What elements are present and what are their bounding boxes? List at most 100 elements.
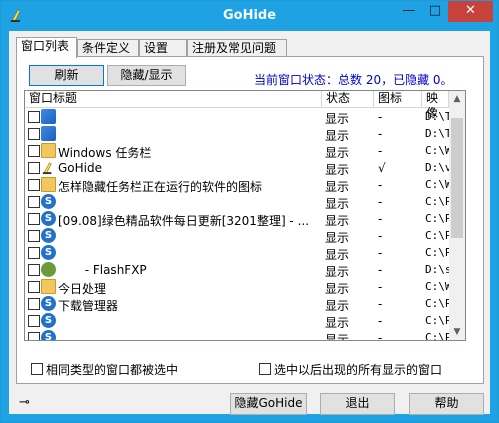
- tab-settings[interactable]: 设置: [139, 39, 187, 56]
- exit-button[interactable]: 退出: [320, 393, 395, 415]
- row-path: D:\v: [425, 161, 452, 174]
- same-type-label: 相同类型的窗口都被选中: [46, 363, 179, 377]
- scroll-down-icon[interactable]: ▼: [449, 324, 465, 340]
- row-checkbox[interactable]: [28, 179, 40, 191]
- sogou-icon: S: [41, 245, 56, 260]
- row-tray: -: [378, 178, 383, 192]
- row-checkbox[interactable]: [28, 213, 40, 225]
- table-row[interactable]: 显示 - D:\T: [25, 125, 452, 143]
- folder-icon: [41, 177, 56, 192]
- row-tray: -: [378, 144, 383, 158]
- tab-conditions[interactable]: 条件定义: [77, 39, 139, 56]
- row-path: C:\P: [425, 246, 452, 259]
- table-row[interactable]: 显示 - D:\T: [25, 108, 452, 126]
- table-row[interactable]: S 显示 - C:\P: [25, 193, 452, 211]
- tab-window-list[interactable]: 窗口列表: [16, 37, 77, 58]
- table-row[interactable]: 今日处理 显示 - C:\W: [25, 278, 452, 296]
- row-tray: -: [378, 314, 383, 328]
- row-path: D:\s: [425, 263, 452, 276]
- row-checkbox[interactable]: [28, 281, 40, 293]
- table-row[interactable]: S 显示 - C:\P: [25, 312, 452, 330]
- row-tray: -: [378, 331, 383, 341]
- table-row[interactable]: S [09.08]绿色精品软件每日更新[3201整理] - ... 显示 - C…: [25, 210, 452, 228]
- hide-show-button[interactable]: 隐藏/显示: [107, 65, 186, 86]
- close-button[interactable]: ✕: [448, 1, 493, 22]
- sogou-icon: S: [41, 330, 56, 340]
- list-header: 窗口标题 状态 图标 映像: [25, 91, 449, 120]
- flashfxp-icon: [41, 262, 56, 277]
- column-header-image[interactable]: 映像: [422, 91, 449, 120]
- scroll-up-icon[interactable]: ▲: [449, 91, 465, 107]
- row-path: C:\W: [425, 144, 452, 157]
- row-path: D:\T: [425, 127, 452, 140]
- scroll-thumb[interactable]: [451, 118, 463, 238]
- folder-icon: [41, 143, 56, 158]
- row-tray: -: [378, 263, 383, 277]
- row-tray: -: [378, 212, 383, 226]
- row-checkbox[interactable]: [28, 332, 40, 340]
- window-list[interactable]: 窗口标题 状态 图标 映像 显示 - D:\T 显示 - D:\T Window…: [24, 90, 466, 341]
- row-path: D:\T: [425, 110, 452, 123]
- row-path: C:\W: [425, 280, 452, 293]
- table-row[interactable]: 怎样隐藏任务栏正在运行的软件的图标 显示 - C:\W: [25, 176, 452, 194]
- row-checkbox[interactable]: [28, 247, 40, 259]
- row-checkbox[interactable]: [28, 315, 40, 327]
- sogou-icon: S: [41, 313, 56, 328]
- table-row[interactable]: S 显示 - C:\P: [25, 244, 452, 262]
- windows-icon: [41, 126, 56, 141]
- hide-gohide-button[interactable]: 隐藏GoHide: [230, 393, 307, 415]
- row-tray: -: [378, 110, 383, 124]
- window-status-text: 当前窗口状态：总数 20，已隐藏 0。: [254, 73, 453, 87]
- row-title: - FlashFXP: [58, 263, 147, 277]
- column-header-state[interactable]: 状态: [322, 91, 374, 107]
- row-path: C:\P: [425, 195, 452, 208]
- maximize-button[interactable]: □: [422, 1, 448, 22]
- row-checkbox[interactable]: [28, 230, 40, 242]
- row-path: C:\W: [425, 178, 452, 191]
- row-state: 显示: [325, 333, 350, 341]
- checkbox-box[interactable]: [31, 363, 43, 375]
- row-path: C:\P: [425, 297, 452, 310]
- sogou-icon: S: [41, 194, 56, 209]
- row-title: GoHide: [58, 161, 102, 175]
- client-area: 窗口列表 条件定义 设置 注册及常见问题 刷新 隐藏/显示 当前窗口状态：总数 …: [9, 31, 490, 415]
- minimize-button[interactable]: —: [396, 1, 422, 22]
- pin-icon[interactable]: ⊸: [19, 395, 30, 410]
- row-path: C:\P: [425, 331, 452, 341]
- row-checkbox[interactable]: [28, 111, 40, 123]
- row-checkbox[interactable]: [28, 264, 40, 276]
- title-bar[interactable]: GoHide — □ ✕: [1, 1, 498, 31]
- row-tray: -: [378, 195, 383, 209]
- table-row[interactable]: GoHide 显示 √ D:\v: [25, 159, 452, 177]
- sogou-icon: S: [41, 211, 56, 226]
- checkbox-box[interactable]: [259, 363, 271, 375]
- row-tray: -: [378, 229, 383, 243]
- row-path: C:\P: [425, 229, 452, 242]
- folder-icon: [41, 279, 56, 294]
- column-header-tray[interactable]: 图标: [374, 91, 422, 107]
- sogou-icon: S: [41, 296, 56, 311]
- vertical-scrollbar[interactable]: ▲ ▼: [449, 91, 465, 340]
- row-tray: -: [378, 246, 383, 260]
- windows-icon: [41, 109, 56, 124]
- row-tray: -: [378, 127, 383, 141]
- column-header-title[interactable]: 窗口标题: [25, 91, 322, 107]
- refresh-button[interactable]: 刷新: [29, 65, 104, 86]
- row-tray: -: [378, 297, 383, 311]
- app-window: GoHide — □ ✕ 窗口列表 条件定义 设置 注册及常见问题 刷新 隐藏/…: [0, 0, 499, 423]
- help-button[interactable]: 帮助: [409, 393, 484, 415]
- row-path: C:\P: [425, 314, 452, 327]
- row-checkbox[interactable]: [28, 128, 40, 140]
- table-row[interactable]: - FlashFXP 显示 - D:\s: [25, 261, 452, 279]
- row-checkbox[interactable]: [28, 145, 40, 157]
- show-all-label: 选中以后出现的所有显示的窗口: [274, 363, 443, 377]
- table-row[interactable]: S 显示 - C:\P: [25, 227, 452, 245]
- row-checkbox[interactable]: [28, 196, 40, 208]
- table-row[interactable]: Windows 任务栏 显示 - C:\W: [25, 142, 452, 160]
- row-checkbox[interactable]: [28, 298, 40, 310]
- table-row[interactable]: S 显示 - C:\P: [25, 329, 452, 341]
- row-checkbox[interactable]: [28, 162, 40, 174]
- row-tray: √: [378, 161, 386, 175]
- tab-register-faq[interactable]: 注册及常见问题: [187, 39, 287, 56]
- table-row[interactable]: S 下载管理器 显示 - C:\P: [25, 295, 452, 313]
